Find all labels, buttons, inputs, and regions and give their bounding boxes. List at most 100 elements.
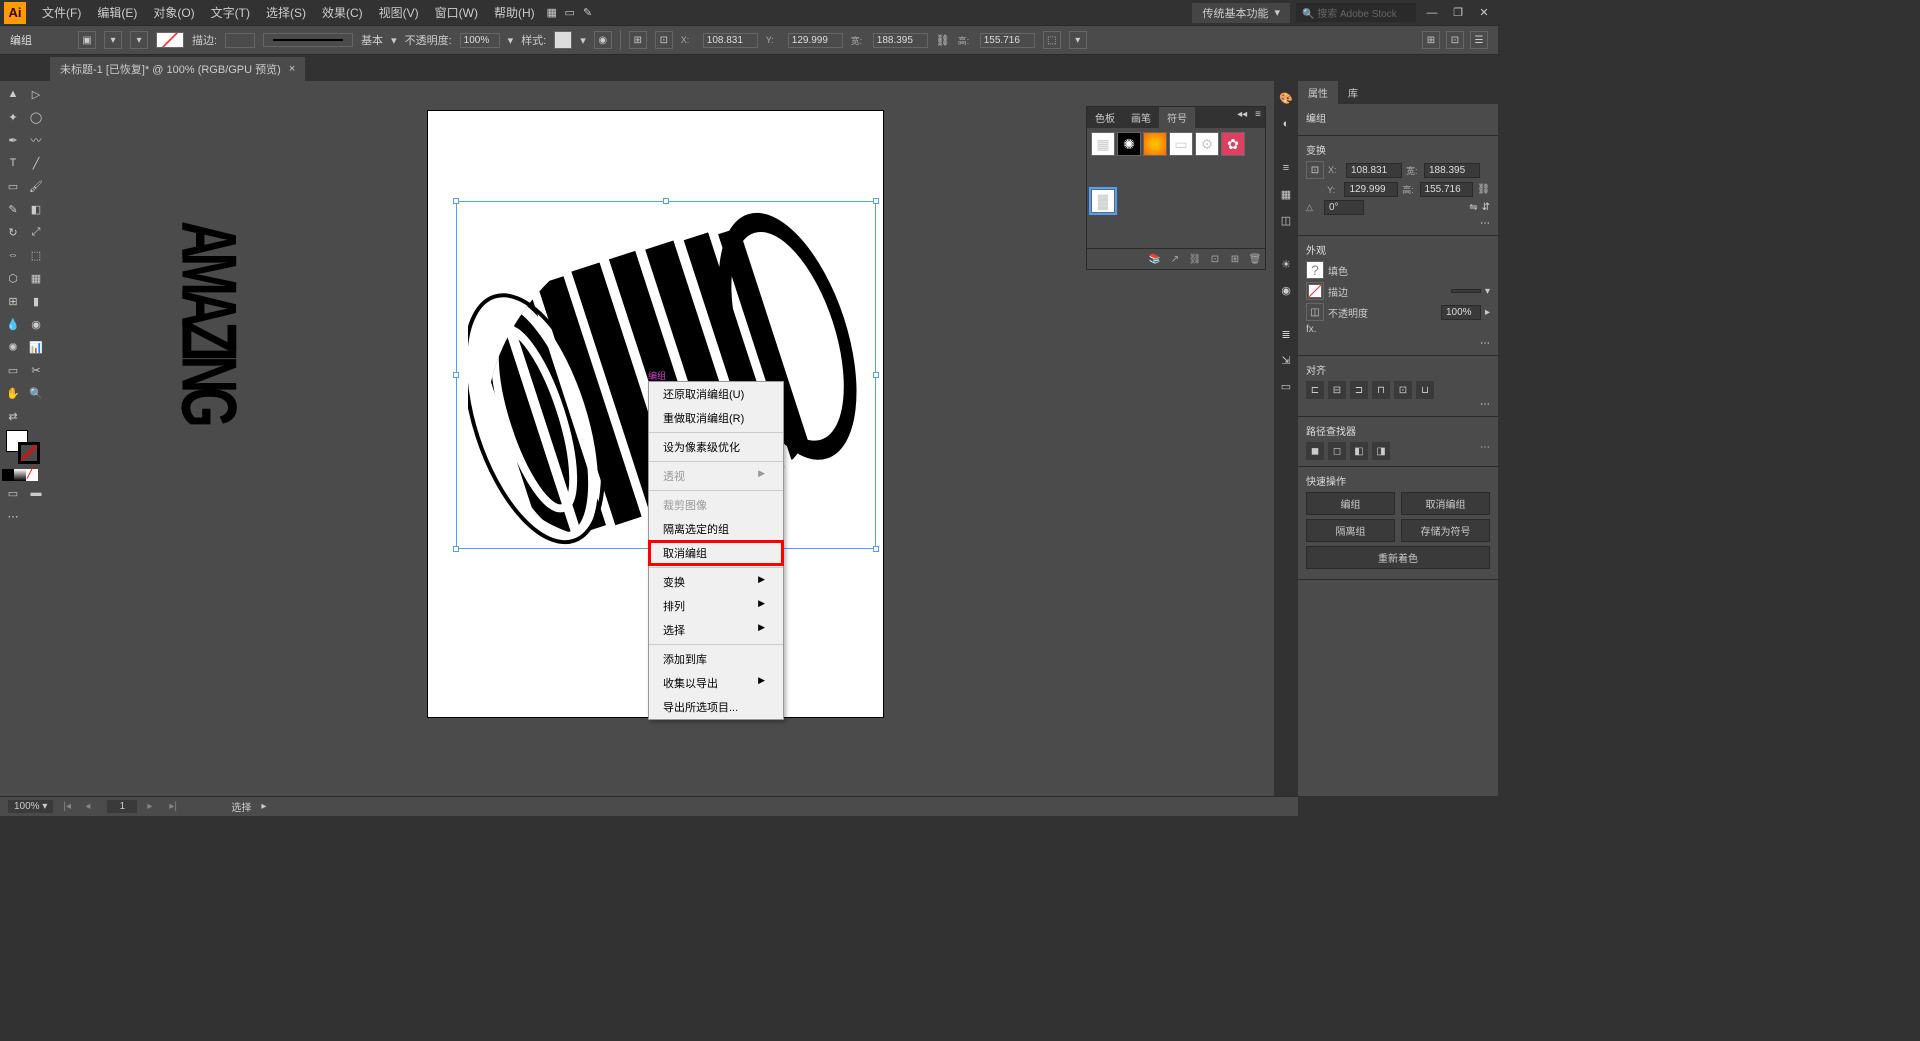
blend-tool[interactable]: ◉ <box>25 313 47 335</box>
stroke-swatch-icon[interactable]: ▾ <box>104 31 122 49</box>
shaper-tool[interactable]: ✎ <box>2 198 24 220</box>
link-icon[interactable]: ⛓ <box>936 34 950 47</box>
tab-libraries[interactable]: 库 <box>1338 81 1368 104</box>
hand-tool[interactable]: ✋ <box>2 382 24 404</box>
free-transform-tool[interactable]: ⬚ <box>25 244 47 266</box>
pathfinder-minus[interactable]: ◻ <box>1328 442 1346 460</box>
color-mode-normal[interactable] <box>2 469 14 481</box>
layers-panel-icon[interactable]: ≣ <box>1277 325 1295 343</box>
mesh-tool[interactable]: ⊞ <box>2 290 24 312</box>
expand-pathfinder-icon[interactable]: ⋯ <box>1480 442 1490 460</box>
align-hcenter[interactable]: ⊟ <box>1328 381 1346 399</box>
context-menu-item[interactable]: 取消编组 <box>649 541 783 565</box>
align-bottom[interactable]: ⊔ <box>1416 381 1434 399</box>
tab-symbols[interactable]: 符号 <box>1159 107 1195 128</box>
bridge-icon[interactable]: ▦ <box>543 4 561 22</box>
type-tool[interactable]: T <box>2 152 24 174</box>
recolor-icon[interactable]: ◉ <box>594 31 612 49</box>
pathfinder-unite[interactable]: ◼ <box>1306 442 1324 460</box>
opacity-input[interactable] <box>460 33 500 48</box>
stroke-weight-input[interactable] <box>225 33 255 48</box>
width-tool[interactable]: ⇔ <box>2 244 24 266</box>
context-menu-item[interactable]: 还原取消编组(U) <box>649 382 783 406</box>
eraser-tool[interactable]: ◧ <box>25 198 47 220</box>
color-proxy[interactable] <box>2 428 47 468</box>
context-menu-item[interactable]: 隔离选定的组 <box>649 517 783 541</box>
flip-v-icon[interactable]: ⇵ <box>1482 202 1490 213</box>
color-guide-icon[interactable]: ◐ <box>1277 115 1295 133</box>
symbol-item[interactable]: ⚙ <box>1195 132 1219 156</box>
pathfinder-exclude[interactable]: ◨ <box>1372 442 1390 460</box>
tab-brushes[interactable]: 画笔 <box>1123 107 1159 128</box>
asset-export-icon[interactable]: ⇲ <box>1277 351 1295 369</box>
zoom-tool[interactable]: 🔍 <box>25 382 47 404</box>
symbol-item[interactable]: ✺ <box>1117 132 1141 156</box>
status-menu-icon[interactable]: ▸ <box>261 801 266 812</box>
menu-edit[interactable]: 编辑(E) <box>89 0 145 25</box>
graphic-styles-icon[interactable]: ◉ <box>1277 281 1295 299</box>
screen-mode-full[interactable]: ▬ <box>25 482 47 504</box>
stroke-weight[interactable] <box>1451 289 1481 293</box>
lasso-tool[interactable]: ◯ <box>25 106 47 128</box>
screen-mode-normal[interactable]: ▭ <box>2 482 24 504</box>
doc-setup-icon[interactable]: ⊞ <box>1422 31 1440 49</box>
slice-tool[interactable]: ✂ <box>25 359 47 381</box>
btn-recolor[interactable]: 重新着色 <box>1306 546 1490 569</box>
place-symbol-icon[interactable]: ↗ <box>1168 252 1182 266</box>
direct-selection-tool[interactable]: ▷ <box>25 83 47 105</box>
graphic-style[interactable] <box>554 31 572 49</box>
prev-artboard[interactable]: ◂ <box>85 801 97 812</box>
panel-collapse-icon[interactable]: ◂◂ <box>1233 107 1251 128</box>
menu-window[interactable]: 窗口(W) <box>427 0 486 25</box>
opacity-arrow-icon[interactable]: ▸ <box>1485 307 1490 318</box>
prop-w-value[interactable]: 188.395 <box>1424 163 1480 178</box>
context-menu-item[interactable]: 变换▶ <box>649 570 783 594</box>
x-input[interactable] <box>703 33 758 48</box>
stroke-profile[interactable] <box>263 33 353 47</box>
minimize-button[interactable]: — <box>1422 6 1442 20</box>
edit-toolbar[interactable]: ⋯ <box>2 505 24 527</box>
opacity-icon[interactable]: ◫ <box>1306 303 1324 321</box>
align-right[interactable]: ⊐ <box>1350 381 1368 399</box>
menu-effect[interactable]: 效果(C) <box>314 0 371 25</box>
context-menu-item[interactable]: 设为像素级优化 <box>649 435 783 459</box>
artboard-number[interactable]: 1 <box>107 800 137 813</box>
appearance-panel-icon[interactable]: ☀ <box>1277 255 1295 273</box>
fill-swatch-icon[interactable]: ▣ <box>78 31 96 49</box>
close-button[interactable]: ✕ <box>1474 6 1494 20</box>
transform-icon[interactable]: ⊡ <box>655 31 673 49</box>
maximize-button[interactable]: ❐ <box>1448 6 1468 20</box>
stroke-color[interactable] <box>156 32 184 48</box>
flip-h-icon[interactable]: ⇋ <box>1469 202 1477 213</box>
color-mode-none[interactable]: ╱ <box>26 469 38 481</box>
context-menu-item[interactable]: 导出所选项目... <box>649 695 783 719</box>
stroke-panel-icon[interactable]: ≡ <box>1277 159 1295 177</box>
menu-select[interactable]: 选择(S) <box>258 0 314 25</box>
context-menu-item[interactable]: 添加到库 <box>649 647 783 671</box>
align-left[interactable]: ⊏ <box>1306 381 1324 399</box>
more-appearance-icon[interactable]: ⋯ <box>1480 338 1490 349</box>
prop-x-value[interactable]: 108.831 <box>1346 163 1402 178</box>
y-input[interactable] <box>788 33 843 48</box>
symbol-item[interactable]: ✿ <box>1221 132 1245 156</box>
fill-swatch[interactable]: ? <box>1306 261 1324 279</box>
rectangle-tool[interactable]: ▭ <box>2 175 24 197</box>
context-menu-item[interactable]: 重做取消编组(R) <box>649 406 783 430</box>
h-input[interactable] <box>980 33 1035 48</box>
first-artboard[interactable]: |◂ <box>63 801 75 812</box>
artboards-panel-icon[interactable]: ▭ <box>1277 377 1295 395</box>
perspective-tool[interactable]: ▦ <box>25 267 47 289</box>
align-icon[interactable]: ⊞ <box>629 31 647 49</box>
btn-save-symbol[interactable]: 存储为符号 <box>1401 519 1490 542</box>
symbol-sprayer-tool[interactable]: ✺ <box>2 336 24 358</box>
artboard-tool[interactable]: ▭ <box>2 359 24 381</box>
rotate-tool[interactable]: ↻ <box>2 221 24 243</box>
curvature-tool[interactable]: 〰 <box>25 129 47 151</box>
stroke-color-icon[interactable] <box>18 442 40 464</box>
color-mode-gradient[interactable] <box>14 469 26 481</box>
isolate-icon[interactable]: ▾ <box>1069 31 1087 49</box>
tab-swatches[interactable]: 色板 <box>1087 107 1123 128</box>
prop-y-value[interactable]: 129.999 <box>1344 182 1398 197</box>
search-stock-input[interactable]: 🔍 搜索 Adobe Stock <box>1296 3 1416 22</box>
graph-tool[interactable]: 📊 <box>25 336 47 358</box>
